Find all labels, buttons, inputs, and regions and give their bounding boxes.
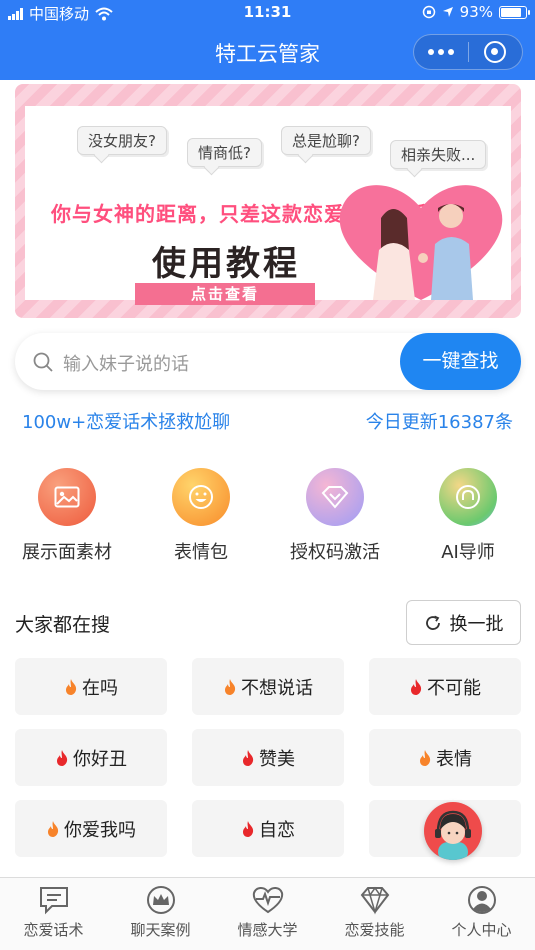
fire-icon: [411, 678, 422, 695]
image-icon: [38, 468, 96, 526]
tab-emotion-university[interactable]: 情感大学: [214, 878, 321, 950]
tutorial-banner[interactable]: 没女朋友? 情商低? 总是尬聊? 相亲失败... 你与女神的距离，只差这款恋爱聊…: [15, 84, 521, 318]
search-tag[interactable]: 你爱我吗: [15, 800, 167, 857]
status-bar: 中国移动 11:31 93%: [0, 0, 535, 24]
quick-action-label: 展示面素材: [22, 542, 112, 563]
tab-personal-center[interactable]: 个人中心: [428, 878, 535, 950]
search-tag[interactable]: 不想说话: [192, 658, 344, 715]
battery-icon: [499, 5, 530, 19]
diamond-icon: [360, 886, 389, 915]
search-tag[interactable]: 不可能: [369, 658, 521, 715]
search-tag-label: 表情: [436, 748, 472, 770]
heart-pulse-icon: [252, 887, 283, 914]
search-tag[interactable]: 在吗: [15, 658, 167, 715]
search-tag-label: 在吗: [82, 677, 118, 699]
fire-icon: [66, 678, 77, 695]
search-tag-label: 你爱我吗: [64, 819, 136, 841]
tab-label: 恋爱技能: [344, 921, 405, 939]
banner-cta-button[interactable]: 点击查看: [135, 283, 315, 305]
quick-action-ai-mentor[interactable]: AI导师: [403, 468, 533, 564]
fire-icon: [420, 749, 431, 766]
refresh-label: 换一批: [449, 613, 504, 635]
search-tag[interactable]: 赞美: [192, 729, 344, 786]
smile-icon: [172, 468, 230, 526]
search-button[interactable]: 一键查找: [400, 333, 521, 390]
popular-searches-title: 大家都在搜: [15, 614, 111, 636]
bottom-tab-bar: 恋爱话术 聊天案例 情感大学 恋爱技能 个人中心: [0, 877, 535, 950]
search-tag[interactable]: 你好丑: [15, 729, 167, 786]
info-tagline: 100w+恋爱话术拯救尬聊: [22, 412, 231, 433]
tab-chat-cases[interactable]: 聊天案例: [107, 878, 214, 950]
nav-bar: 特工云管家: [0, 24, 535, 80]
tab-love-skills[interactable]: 恋爱技能: [321, 878, 428, 950]
banner-bubble: 没女朋友?: [77, 126, 167, 155]
search-tag[interactable]: 自恋: [192, 800, 344, 857]
fire-icon: [48, 820, 59, 837]
fire-icon: [243, 820, 254, 837]
target-icon: [484, 41, 507, 63]
search-bar[interactable]: 输入妹子说的话 一键查找: [15, 333, 521, 390]
quick-action-label: 授权码激活: [290, 542, 380, 563]
person-icon: [467, 886, 496, 914]
search-tag-label: 不想说话: [241, 677, 313, 699]
search-input[interactable]: 输入妹子说的话: [63, 350, 189, 376]
more-button[interactable]: [414, 35, 468, 69]
search-tag-label: 赞美: [259, 748, 295, 770]
fire-icon: [57, 749, 68, 766]
more-dots-icon: [427, 49, 454, 55]
headset-agent-icon: [435, 810, 471, 860]
crown-icon: [146, 886, 175, 914]
banner-bubble: 情商低?: [187, 138, 262, 167]
quick-action-label: 表情包: [174, 542, 228, 563]
search-tag[interactable]: 表情: [369, 729, 521, 786]
quick-action-materials[interactable]: 展示面素材: [2, 468, 132, 564]
fire-icon: [225, 678, 236, 695]
customer-service-avatar-button[interactable]: [424, 802, 482, 860]
search-icon: [33, 352, 53, 372]
search-tag-label: 你好丑: [73, 748, 127, 770]
rotation-lock-icon: [422, 5, 435, 19]
tab-label: 个人中心: [451, 921, 512, 939]
quick-action-activate-code[interactable]: 授权码激活: [270, 468, 400, 564]
banner-card: 没女朋友? 情商低? 总是尬聊? 相亲失败... 你与女神的距离，只差这款恋爱聊…: [25, 106, 511, 305]
fire-icon: [243, 749, 254, 766]
banner-course-title: 使用教程: [152, 244, 300, 284]
search-tag-label: 不可能: [427, 677, 481, 699]
close-mini-program-button[interactable]: [469, 35, 523, 69]
mini-program-capsule: [413, 34, 523, 70]
quick-action-stickers[interactable]: 表情包: [136, 468, 266, 564]
info-update-count: 今日更新16387条: [365, 412, 513, 433]
chat-icon: [39, 887, 68, 915]
refresh-batch-button[interactable]: 换一批: [406, 600, 521, 645]
search-tag-label: 自恋: [259, 819, 295, 841]
tab-label: 恋爱话术: [23, 921, 84, 939]
location-icon: [442, 7, 453, 17]
tab-label: 聊天案例: [130, 921, 191, 939]
quick-action-label: AI导师: [441, 542, 495, 563]
banner-bubble: 总是尬聊?: [281, 126, 371, 155]
couple-heart-illustration: [339, 185, 503, 300]
battery-percent: 93%: [459, 3, 493, 21]
diamond-icon: [306, 468, 364, 526]
headset-icon: [439, 468, 497, 526]
refresh-icon: [425, 615, 440, 630]
tab-label: 情感大学: [237, 921, 298, 939]
tab-love-phrases[interactable]: 恋爱话术: [0, 878, 107, 950]
